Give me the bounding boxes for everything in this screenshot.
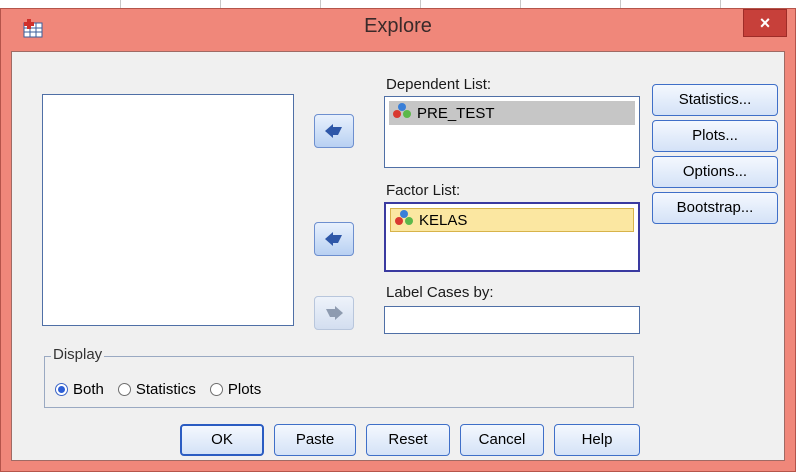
dialog-body: Dependent List: PRE_TEST Factor List: KE… [11, 51, 785, 461]
explore-dialog: Explore × Dependent List: PRE_TEST Facto… [0, 8, 796, 472]
radio-label: Plots [227, 381, 262, 398]
radio-label: Both [73, 381, 104, 398]
display-radio-statistics[interactable]: Statistics [117, 381, 196, 398]
display-group: Display Both Statistics Plots [44, 346, 634, 408]
cancel-button[interactable]: Cancel [460, 424, 544, 456]
radio-selected-icon [55, 383, 68, 396]
grid-line [620, 0, 621, 8]
factor-list-label: Factor List: [386, 182, 461, 199]
statistics-button[interactable]: Statistics... [652, 84, 778, 116]
move-to-label-cases-button[interactable] [314, 296, 354, 330]
grid-line [420, 0, 421, 8]
close-button[interactable]: × [743, 9, 787, 37]
nominal-variable-icon [395, 210, 413, 230]
options-button[interactable]: Options... [652, 156, 778, 188]
label-cases-label: Label Cases by: [386, 284, 494, 301]
radio-unselected-icon [117, 383, 131, 396]
grid-line [320, 0, 321, 8]
variable-name: KELAS [419, 211, 468, 229]
window-title: Explore [364, 15, 432, 37]
nominal-variable-icon [393, 103, 411, 123]
arrow-left-icon [325, 124, 342, 138]
source-variable-list[interactable] [42, 94, 294, 326]
grid-line [120, 0, 121, 8]
help-button[interactable]: Help [554, 424, 640, 456]
move-to-dependent-button[interactable] [314, 114, 354, 148]
dependent-list-item[interactable]: PRE_TEST [389, 101, 635, 125]
grid-line [520, 0, 521, 8]
bootstrap-button[interactable]: Bootstrap... [652, 192, 778, 224]
dependent-list-label: Dependent List: [386, 76, 492, 93]
display-radio-group: Both Statistics Plots [55, 381, 261, 398]
plots-button[interactable]: Plots... [652, 120, 778, 152]
label-cases-field[interactable] [384, 306, 640, 334]
factor-list-item[interactable]: KELAS [390, 208, 634, 232]
radio-label: Statistics [135, 381, 196, 398]
variable-name: PRE_TEST [417, 104, 495, 122]
radio-unselected-icon [209, 383, 223, 396]
dependent-list[interactable]: PRE_TEST [384, 96, 640, 168]
arrow-left-icon [325, 232, 342, 246]
ok-button[interactable]: OK [180, 424, 264, 456]
reset-button[interactable]: Reset [366, 424, 450, 456]
display-radio-plots[interactable]: Plots [209, 381, 262, 398]
grid-line [720, 0, 721, 8]
display-radio-both[interactable]: Both [55, 381, 104, 398]
paste-button[interactable]: Paste [274, 424, 356, 456]
grid-line [220, 0, 221, 8]
factor-list[interactable]: KELAS [384, 202, 640, 272]
display-group-title: Display [51, 346, 105, 363]
move-to-factor-button[interactable] [314, 222, 354, 256]
arrow-right-icon [326, 306, 343, 320]
